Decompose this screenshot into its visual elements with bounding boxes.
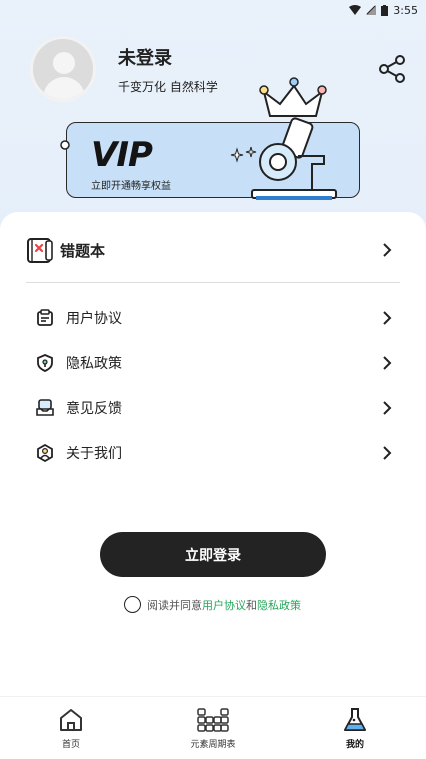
tab-periodic-table[interactable]: 元素周期表: [173, 707, 253, 750]
periodic-table-icon: [197, 708, 229, 732]
about-icon: [37, 444, 53, 462]
tab-label: 元素周期表: [190, 740, 236, 750]
login-status[interactable]: 未登录: [118, 44, 218, 70]
chevron-right-icon: [383, 401, 392, 415]
share-icon[interactable]: [378, 54, 408, 84]
microscope-icon: [251, 77, 337, 200]
menu-item-privacy-policy[interactable]: 隐私政策: [26, 343, 400, 383]
avatar-head: [53, 52, 75, 74]
tab-label: 首页: [61, 740, 80, 750]
status-time: 3:55: [393, 3, 418, 17]
mistake-book-icon: [27, 238, 53, 263]
home-icon: [60, 709, 82, 731]
agree-prefix: 阅读并同意: [147, 598, 202, 612]
chevron-right-icon: [383, 356, 392, 370]
mistake-book-row[interactable]: 错题本: [26, 230, 400, 270]
vip-subtitle: 立即开通畅享权益: [91, 181, 171, 192]
agree-and: 和: [246, 598, 257, 612]
battery-icon: [381, 4, 389, 16]
avatar-shoulders: [43, 77, 85, 99]
tab-label: 我的: [345, 740, 364, 750]
document-icon: [37, 309, 53, 326]
menu-item-label: 关于我们: [66, 446, 122, 462]
menu-item-feedback[interactable]: 意见反馈: [26, 388, 400, 428]
feedback-icon: [36, 399, 54, 416]
menu-item-about-us[interactable]: 关于我们: [26, 433, 400, 473]
flask-icon: [344, 708, 366, 731]
menu-item-user-agreement[interactable]: 用户协议: [26, 298, 400, 338]
avatar[interactable]: [30, 36, 96, 102]
chevron-right-icon: [383, 446, 392, 460]
menu-item-label: 用户协议: [66, 311, 122, 327]
mistake-book-label: 错题本: [60, 241, 106, 260]
menu-item-label: 隐私政策: [66, 356, 122, 372]
agree-radio[interactable]: [124, 596, 141, 613]
privacy-policy-link[interactable]: 隐私政策: [257, 597, 301, 613]
vip-title: VIP: [91, 135, 153, 175]
signal-icon: [366, 5, 377, 15]
chevron-right-icon: [383, 311, 392, 325]
profile-slogan: 千变万化 自然科学: [118, 79, 218, 94]
menu-item-label: 意见反馈: [66, 401, 122, 417]
divider: [26, 282, 400, 283]
tab-home[interactable]: 首页: [31, 707, 111, 750]
login-button[interactable]: 立即登录: [100, 532, 326, 577]
bottom-tab-bar: 首页 元素周期表 我的: [0, 696, 426, 759]
tab-mine[interactable]: 我的: [315, 707, 395, 750]
agreement-row: 阅读并同意 用户协议 和 隐私政策: [124, 596, 301, 613]
chevron-right-icon: [383, 243, 392, 257]
user-agreement-link[interactable]: 用户协议: [202, 597, 246, 613]
pin-icon: [60, 140, 70, 150]
shield-icon: [37, 354, 53, 372]
profile-section[interactable]: 未登录 千变万化 自然科学: [30, 36, 218, 102]
wifi-icon: [349, 5, 362, 15]
status-bar: 3:55: [349, 0, 418, 20]
